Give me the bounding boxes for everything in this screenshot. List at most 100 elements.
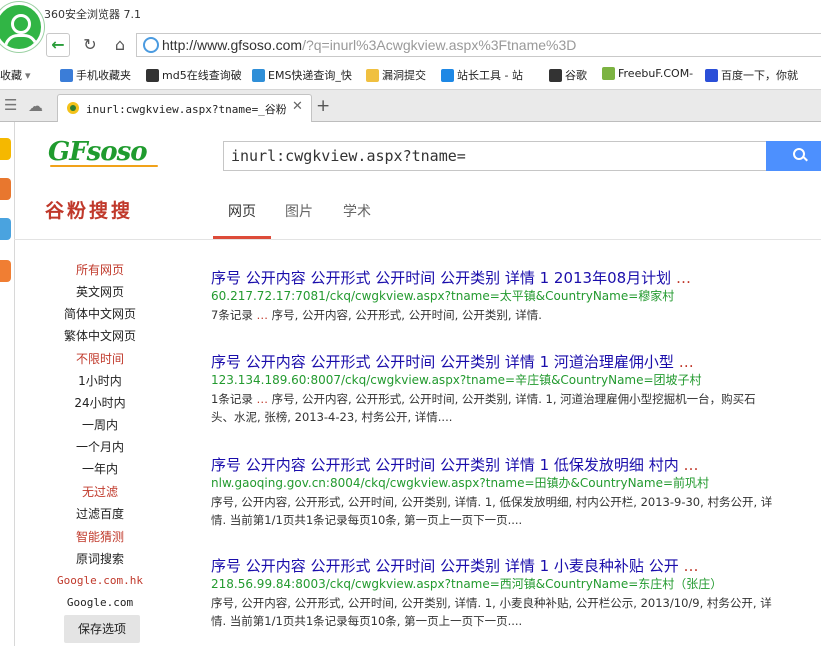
result-title-text: 序号 公开内容 公开形式 公开时间 公开类别 详情 1 河道治理雇佣小型 bbox=[211, 353, 674, 371]
app-title: 360安全浏览器 7.1 bbox=[44, 8, 141, 21]
result-title-link[interactable]: 序号 公开内容 公开形式 公开时间 公开类别 详情 1 小麦良种补贴 公开 … bbox=[211, 556, 811, 576]
filter-option[interactable]: 智能猜测 bbox=[20, 528, 180, 545]
result-title-text: 序号 公开内容 公开形式 公开时间 公开类别 详情 1 低保发放明细 村内 bbox=[211, 456, 679, 474]
address-text[interactable]: http://www.gfsoso.com/?q=inurl%3Acwgkvie… bbox=[162, 37, 576, 53]
result-url[interactable]: 123.134.189.60:8007/ckq/cwgkview.aspx?tn… bbox=[211, 372, 811, 388]
search-input[interactable]: inurl:cwgkview.aspx?tname= bbox=[223, 141, 766, 171]
logo-underline bbox=[50, 165, 158, 167]
result-snippet: 序号, 公开内容, 公开形式, 公开时间, 公开类别, 详情. 1, 低保发放明… bbox=[211, 495, 773, 527]
search-result: 序号 公开内容 公开形式 公开时间 公开类别 详情 1 河道治理雇佣小型 … 12… bbox=[211, 352, 811, 426]
grid-icon bbox=[146, 68, 159, 82]
address-host: http://www.gfsoso.com bbox=[162, 37, 303, 53]
result-snippet: 1条记录 … 序号, 公开内容, 公开形式, 公开时间, 公开类别, 详情. 1… bbox=[211, 392, 756, 424]
tab-images[interactable]: 图片 bbox=[285, 201, 313, 221]
tab-close-icon[interactable]: ✕ bbox=[292, 99, 303, 114]
search-result: 序号 公开内容 公开形式 公开时间 公开类别 详情 1 2013年08月计划 …… bbox=[211, 268, 811, 324]
browser-tab[interactable]: inurl:cwgkview.aspx?tname=_谷粉搜 ✕ bbox=[57, 94, 312, 122]
tool-icon[interactable] bbox=[0, 260, 11, 282]
bookmark-item[interactable]: 手机收藏夹 bbox=[60, 67, 131, 83]
bookmark-item[interactable]: 站长工具 - 站 bbox=[441, 67, 523, 83]
filter-option[interactable]: 一周内 bbox=[20, 416, 180, 433]
bookmark-item[interactable]: md5在线查询破 bbox=[146, 67, 242, 83]
gfsoso-logo[interactable]: GFsoso bbox=[48, 137, 148, 167]
bookmark-item[interactable]: EMS快递查询_快 bbox=[252, 67, 352, 83]
brand-name: 谷粉搜搜 bbox=[45, 200, 134, 222]
result-title-link[interactable]: 序号 公开内容 公开形式 公开时间 公开类别 详情 1 河道治理雇佣小型 … bbox=[211, 352, 811, 372]
result-url[interactable]: nlw.gaoqing.gov.cn:8004/ckq/cwgkview.asp… bbox=[211, 475, 811, 491]
filter-option[interactable]: 英文网页 bbox=[20, 283, 180, 300]
site-security-icon bbox=[143, 37, 159, 53]
filter-option[interactable]: 一个月内 bbox=[20, 438, 180, 455]
result-title-text: 序号 公开内容 公开形式 公开时间 公开类别 详情 1 2013年08月计划 bbox=[211, 269, 672, 287]
search-query-text: inurl:cwgkview.aspx?tname= bbox=[231, 147, 466, 165]
filter-option[interactable]: Google.com.hk bbox=[20, 574, 180, 587]
filter-option[interactable]: 简体中文网页 bbox=[20, 305, 180, 322]
bookmark-label: 漏洞提交 bbox=[382, 69, 426, 82]
address-bar[interactable]: http://www.gfsoso.com/?q=inurl%3Acwgkvie… bbox=[136, 33, 821, 57]
bookmark-item[interactable]: 百度一下，你就 bbox=[705, 67, 798, 83]
filter-option[interactable]: 一年内 bbox=[20, 460, 180, 477]
menu-icon[interactable]: ☰ bbox=[4, 96, 17, 114]
address-path: /?q=inurl%3Acwgkview.aspx%3Ftname%3D bbox=[302, 37, 577, 53]
bookmarks-bar: 收藏 ▾ 手机收藏夹 md5在线查询破 EMS快递查询_快 漏洞提交 站长工具 - 站 谷歌 F… bbox=[0, 62, 821, 88]
refresh-icon[interactable]: ↻ bbox=[78, 33, 102, 57]
filter-option[interactable]: 不限时间 bbox=[20, 350, 180, 367]
phone-icon bbox=[60, 68, 73, 82]
tab-favicon-icon bbox=[67, 102, 79, 114]
mail-icon[interactable] bbox=[0, 218, 11, 240]
browser-titlebar: 360安全浏览器 7.1 bbox=[0, 0, 821, 30]
result-title-link[interactable]: 序号 公开内容 公开形式 公开时间 公开类别 详情 1 低保发放明细 村内 … bbox=[211, 455, 811, 475]
baidu-icon bbox=[705, 68, 718, 82]
favorites-star-icon[interactable] bbox=[0, 138, 11, 160]
bookmark-label: EMS快递查询_快 bbox=[268, 69, 352, 82]
result-title-link[interactable]: 序号 公开内容 公开形式 公开时间 公开类别 详情 1 2013年08月计划 … bbox=[211, 268, 811, 288]
bookmark-item[interactable]: FreebuF.COM- bbox=[602, 67, 693, 80]
save-options-button[interactable]: 保存选项 bbox=[64, 615, 140, 643]
title-ellipsis: … bbox=[683, 456, 699, 474]
filter-option[interactable]: 过滤百度 bbox=[20, 505, 180, 522]
bookmark-label: 收藏 bbox=[0, 69, 22, 82]
window-controls[interactable] bbox=[781, 0, 821, 26]
chinaz-icon bbox=[441, 68, 454, 82]
bookmark-label: md5在线查询破 bbox=[162, 69, 242, 82]
tab-title: inurl:cwgkview.aspx?tname=_谷粉搜 bbox=[86, 103, 286, 116]
bookmark-item[interactable]: 漏洞提交 bbox=[366, 67, 426, 83]
title-ellipsis: … bbox=[678, 353, 694, 371]
header-divider bbox=[14, 239, 821, 240]
result-url[interactable]: 60.217.72.17:7081/ckq/cwgkview.aspx?tnam… bbox=[211, 288, 811, 304]
filter-option[interactable]: Google.com bbox=[20, 596, 180, 609]
title-ellipsis: … bbox=[683, 557, 699, 575]
folder-icon bbox=[366, 68, 379, 82]
g-icon bbox=[549, 68, 562, 82]
tab-strip: ☰ ☁ inurl:cwgkview.aspx?tname=_谷粉搜 ✕ + bbox=[0, 90, 821, 122]
snippet-ellipsis: … bbox=[256, 392, 268, 406]
filter-option[interactable]: 24小时内 bbox=[20, 394, 180, 411]
tab-web[interactable]: 网页 bbox=[228, 201, 256, 221]
chevron-down-icon[interactable]: ▾ bbox=[25, 69, 31, 82]
new-tab-button[interactable]: + bbox=[316, 96, 330, 116]
bookmark-label: FreebuF.COM- bbox=[618, 67, 694, 80]
search-result: 序号 公开内容 公开形式 公开时间 公开类别 详情 1 低保发放明细 村内 … n… bbox=[211, 455, 811, 529]
search-result: 序号 公开内容 公开形式 公开时间 公开类别 详情 1 小麦良种补贴 公开 … 2… bbox=[211, 556, 811, 630]
side-toolbar bbox=[0, 122, 15, 646]
home-icon[interactable]: ⌂ bbox=[108, 33, 132, 57]
cloud-icon[interactable]: ☁ bbox=[28, 97, 46, 115]
bookmark-item[interactable]: 收藏 ▾ bbox=[0, 67, 31, 83]
bookmark-item[interactable]: 谷歌 bbox=[549, 67, 587, 83]
bookmark-label: 百度一下，你就 bbox=[721, 69, 798, 82]
back-arrow-icon[interactable]: ← bbox=[46, 33, 70, 57]
filter-option[interactable]: 原词搜索 bbox=[20, 550, 180, 567]
result-url[interactable]: 218.56.99.84:8003/ckq/cwgkview.aspx?tnam… bbox=[211, 576, 811, 592]
title-ellipsis: … bbox=[675, 269, 691, 287]
weibo-icon[interactable] bbox=[0, 178, 11, 200]
filter-option[interactable]: 无过滤 bbox=[20, 483, 180, 500]
ems-icon bbox=[252, 68, 265, 82]
filter-option[interactable]: 繁体中文网页 bbox=[20, 327, 180, 344]
filter-option[interactable]: 1小时内 bbox=[20, 372, 180, 389]
tab-scholar[interactable]: 学术 bbox=[343, 201, 371, 221]
search-button[interactable] bbox=[766, 141, 821, 171]
freebuf-icon bbox=[602, 67, 615, 80]
bookmark-label: 站长工具 - 站 bbox=[457, 69, 523, 82]
result-title-text: 序号 公开内容 公开形式 公开时间 公开类别 详情 1 小麦良种补贴 公开 bbox=[211, 557, 679, 575]
filter-option[interactable]: 所有网页 bbox=[20, 261, 180, 278]
